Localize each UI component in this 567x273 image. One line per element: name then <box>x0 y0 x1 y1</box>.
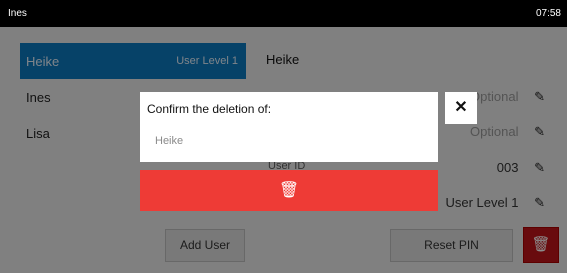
dialog-target-user: Heike <box>155 135 184 147</box>
current-user-label: Ines <box>8 8 27 19</box>
close-dialog-button[interactable]: ✕ <box>445 92 477 124</box>
status-bar: Ines 07:58 <box>0 0 567 27</box>
delete-confirmation-dialog: Confirm the deletion of: Heike <box>140 92 438 162</box>
trash-icon: 🗑 <box>278 182 300 199</box>
clock: 07:58 <box>535 8 561 19</box>
dialog-title: Confirm the deletion of: <box>147 102 272 116</box>
confirm-delete-button[interactable]: 🗑 <box>140 170 438 211</box>
close-icon: ✕ <box>454 99 468 116</box>
